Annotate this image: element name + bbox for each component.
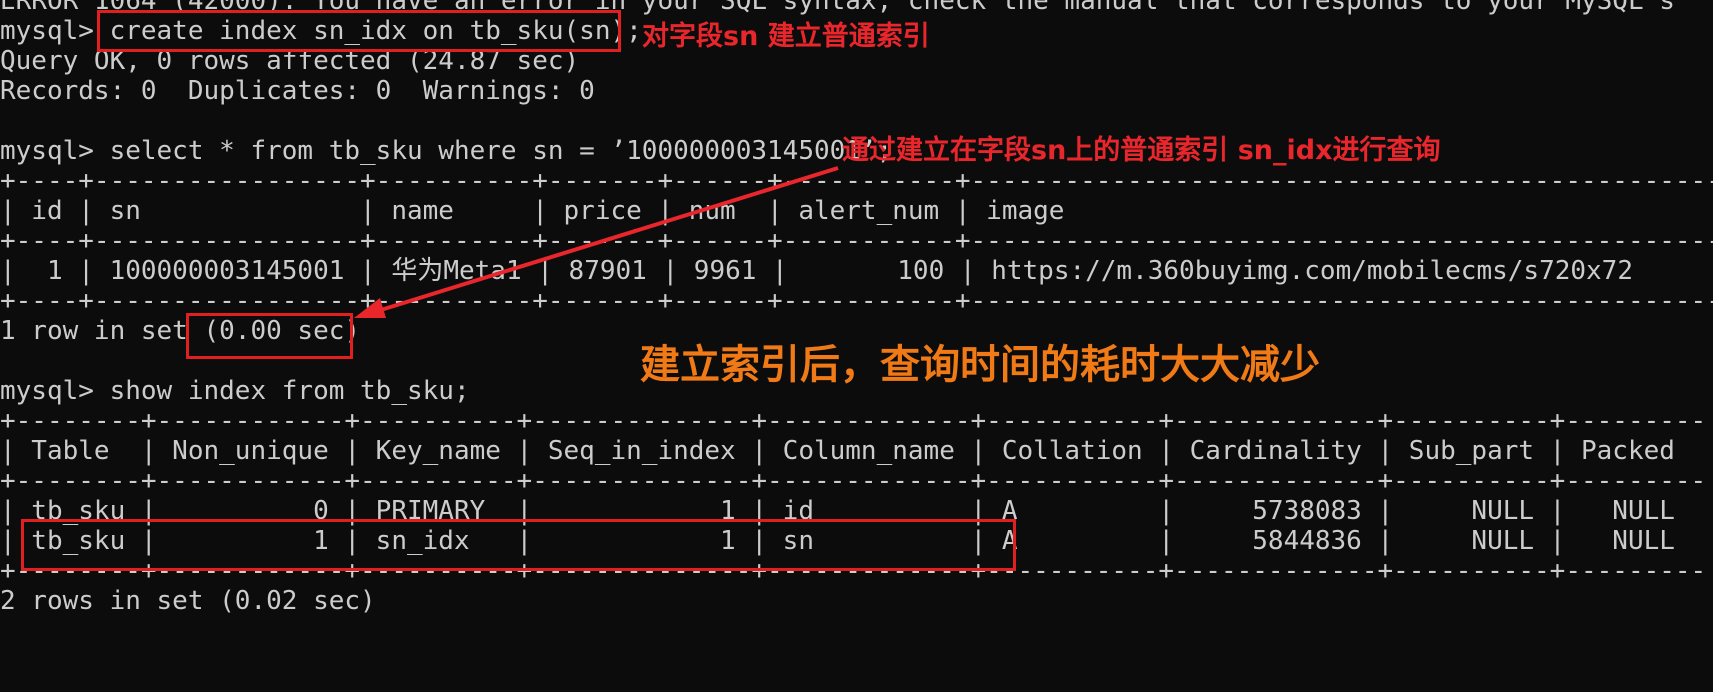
terminal-line-create-index: mysql> create index sn_idx on tb_sku(sn)… [0, 16, 642, 46]
table-border: +----+-----------------+----------+-----… [0, 226, 1713, 256]
table-border: +--------+------------+----------+------… [0, 556, 1707, 586]
table-border: +----+-----------------+----------+-----… [0, 286, 1713, 316]
terminal-line-records: Records: 0 Duplicates: 0 Warnings: 0 [0, 76, 595, 106]
table-row: | 1 | 100000003145001 | 华为Meta1 | 87901 … [0, 256, 1633, 286]
annotation-summary: 建立索引后，查询时间的耗时大大减少 [640, 342, 1320, 388]
annotation-create-index: 对字段sn 建立普通索引 [642, 21, 930, 52]
terminal-line-error: ERROR 1064 (42000): You have an error in… [0, 0, 1675, 16]
table-border: +--------+------------+----------+------… [0, 466, 1707, 496]
table-header-row: | id | sn | name | price | num | alert_n… [0, 196, 1065, 226]
table-row: | tb_sku | 0 | PRIMARY | 1 | id | A | 57… [0, 496, 1675, 526]
terminal-line-query-ok: Query OK, 0 rows affected (24.87 sec) [0, 46, 580, 76]
annotation-query-via-index: 通过建立在字段sn上的普通索引 sn_idx进行查询 [842, 135, 1441, 166]
terminal-line-row-count: 2 rows in set (0.02 sec) [0, 586, 376, 616]
terminal-line-row-count: 1 row in set (0.00 sec) [0, 316, 361, 346]
table-border: +----+-----------------+----------+-----… [0, 166, 1713, 196]
table-header-row: | Table | Non_unique | Key_name | Seq_in… [0, 436, 1675, 466]
table-border: +--------+------------+----------+------… [0, 406, 1707, 436]
terminal-line-show-index: mysql> show index from tb_sku; [0, 376, 470, 406]
terminal-line-select: mysql> select * from tb_sku where sn = ’… [0, 136, 893, 166]
table-row: | tb_sku | 1 | sn_idx | 1 | sn | A | 584… [0, 526, 1675, 556]
